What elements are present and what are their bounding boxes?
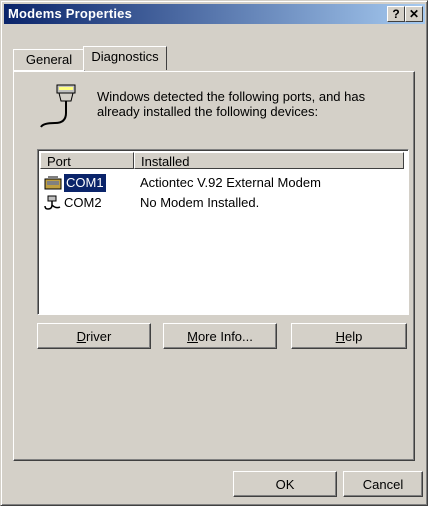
port-cell: COM1 bbox=[64, 174, 106, 192]
cancel-button[interactable]: Cancel bbox=[343, 471, 423, 497]
installed-cell: Actiontec V.92 External Modem bbox=[140, 175, 321, 190]
window-title: Modems Properties bbox=[8, 6, 133, 21]
tab-general[interactable]: General bbox=[13, 49, 85, 71]
port-cell: COM2 bbox=[64, 195, 102, 210]
description-line-1: Windows detected the following ports, an… bbox=[97, 89, 366, 104]
driver-accel: D bbox=[76, 329, 87, 344]
modem-icon bbox=[44, 176, 62, 190]
list-item-com1[interactable]: COM1 Actiontec V.92 External Modem bbox=[40, 174, 404, 192]
description-text: Windows detected the following ports, an… bbox=[97, 89, 397, 119]
column-header-installed[interactable]: Installed bbox=[134, 152, 404, 169]
driver-label: river bbox=[86, 329, 112, 344]
help-button[interactable]: ? bbox=[387, 6, 405, 22]
close-button[interactable]: ✕ bbox=[405, 6, 423, 22]
modem-cable-icon bbox=[40, 84, 76, 128]
more-info-button[interactable]: More Info... bbox=[163, 323, 277, 349]
column-header-port[interactable]: Port bbox=[40, 152, 134, 169]
title-bar[interactable]: Modems Properties ? ✕ bbox=[4, 4, 425, 24]
ok-button[interactable]: OK bbox=[233, 471, 337, 497]
ports-list[interactable]: Port Installed COM1 Actiontec V.92 Exter… bbox=[37, 149, 409, 315]
driver-button[interactable]: Driver bbox=[37, 323, 151, 349]
more-info-label: ore Info... bbox=[197, 329, 253, 344]
port-cable-icon bbox=[44, 195, 61, 210]
modems-properties-dialog: Modems Properties ? ✕ General Diagnostic… bbox=[0, 0, 428, 506]
help-accel: H bbox=[335, 329, 346, 344]
tab-diagnostics[interactable]: Diagnostics bbox=[83, 46, 167, 70]
installed-cell: No Modem Installed. bbox=[140, 195, 260, 210]
help-dialog-button[interactable]: Help bbox=[291, 323, 407, 349]
more-info-accel: M bbox=[187, 329, 198, 344]
description-line-2: already installed the following devices: bbox=[97, 104, 319, 119]
help-label: elp bbox=[345, 329, 363, 344]
list-item-com2[interactable]: COM2 No Modem Installed. bbox=[40, 194, 404, 212]
